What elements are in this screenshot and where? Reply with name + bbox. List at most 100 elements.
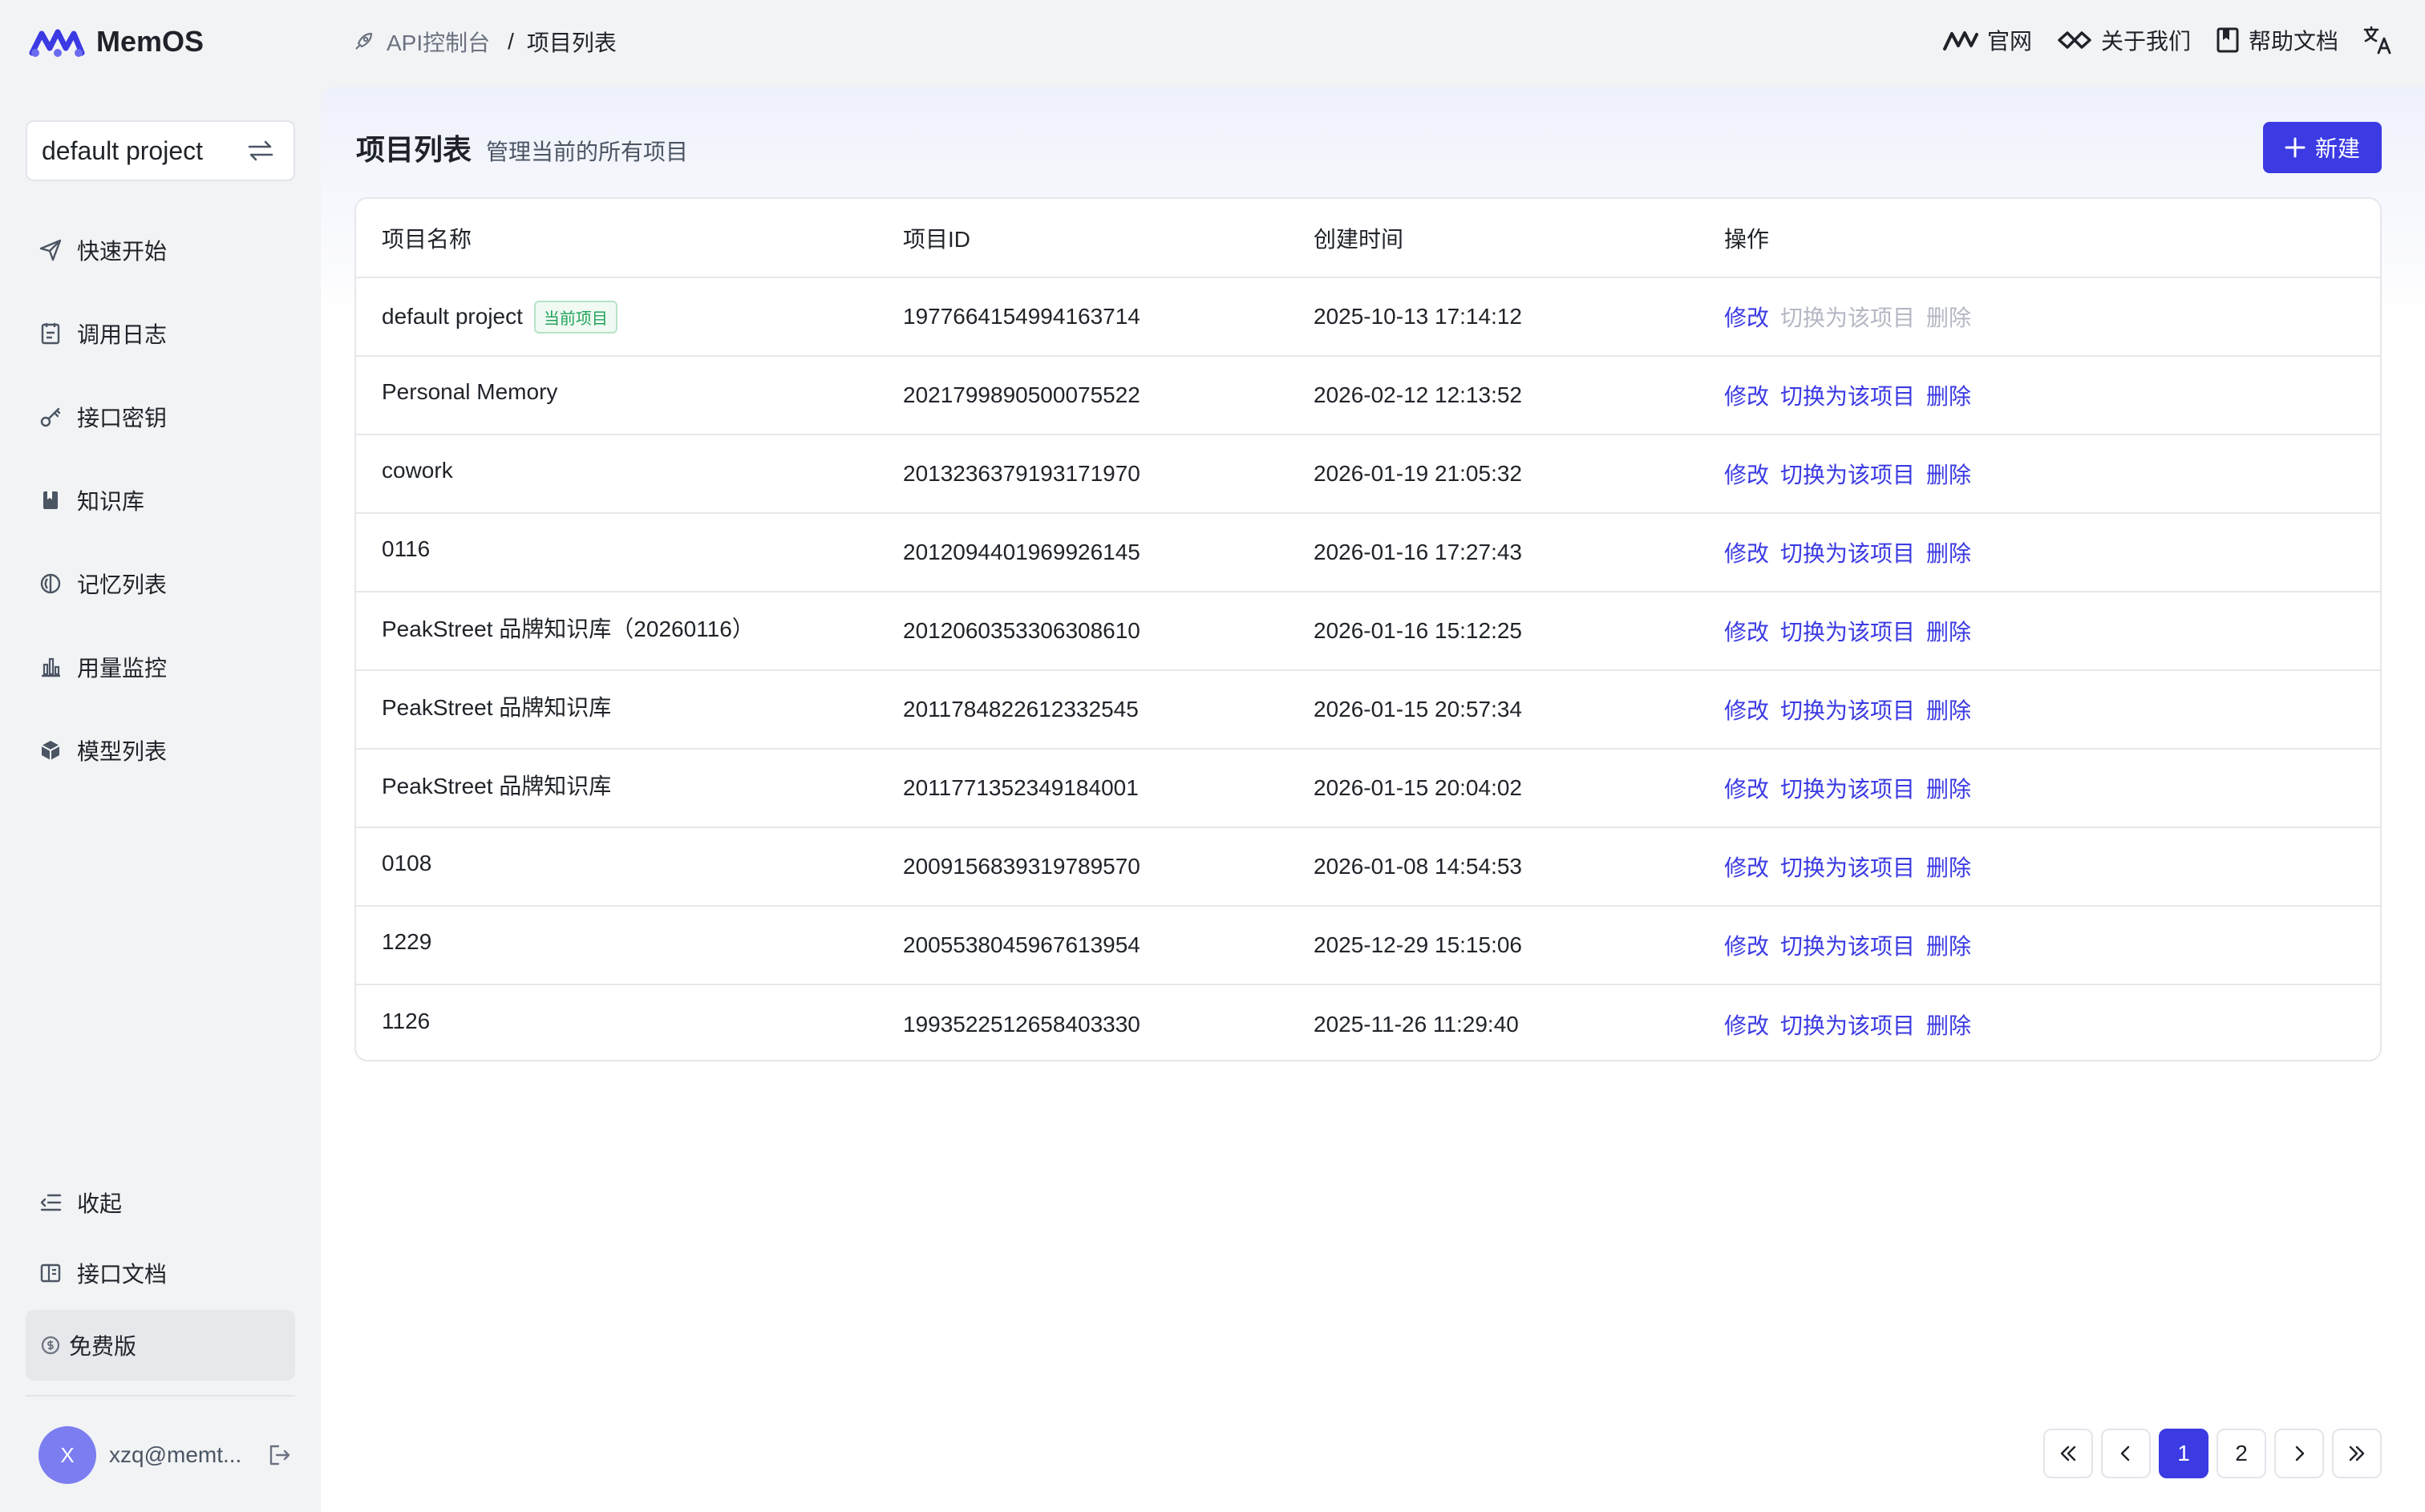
cube-icon <box>41 741 60 760</box>
edit-button[interactable]: 修改 <box>1724 934 1769 959</box>
project-created: 2026-01-08 14:54:53 <box>1314 827 1724 907</box>
project-selector[interactable]: default project <box>26 120 295 181</box>
official-site-link[interactable]: 官网 <box>1942 24 2032 56</box>
infinity-icon <box>2058 31 2091 49</box>
project-actions: 修改 切换为该项目 删除 <box>1724 592 2380 671</box>
sidebar-item-memory-list[interactable]: 记忆列表 <box>26 542 295 625</box>
collapse-sidebar-button[interactable]: 收起 <box>26 1167 295 1238</box>
delete-button[interactable]: 删除 <box>1926 855 1971 880</box>
project-actions: 修改 切换为该项目 删除 <box>1724 827 2380 907</box>
sidebar-item-label: 知识库 <box>77 489 145 514</box>
prev-page-button[interactable] <box>2101 1429 2151 1478</box>
breadcrumb-current: 项目列表 <box>526 30 617 55</box>
table-row: cowork 2013236379193171970 2026-01-19 21:0… <box>356 435 2380 514</box>
avatar[interactable]: X <box>38 1426 96 1484</box>
edit-button[interactable]: 修改 <box>1724 698 1769 723</box>
delete-button[interactable]: 删除 <box>1926 777 1971 802</box>
sidebar-item-label: 记忆列表 <box>77 572 168 597</box>
delete-button[interactable]: 删除 <box>1926 934 1971 959</box>
project-name: cowork <box>382 458 453 483</box>
last-page-button[interactable] <box>2332 1429 2382 1478</box>
switch-project-button[interactable]: 切换为该项目 <box>1780 698 1915 723</box>
page-button-2[interactable]: 2 <box>2217 1429 2266 1478</box>
column-header-actions: 操作 <box>1724 199 2380 278</box>
delete-button[interactable]: 删除 <box>1926 463 1971 487</box>
sidebar-item-call-logs[interactable]: 调用日志 <box>26 292 295 375</box>
project-id: 2011771352349184001 <box>903 749 1314 828</box>
project-id: 2005538045967613954 <box>903 906 1314 985</box>
sidebar-item-knowledge-base[interactable]: 知识库 <box>26 459 295 542</box>
project-name-cell: cowork <box>356 435 903 514</box>
project-name: 1126 <box>382 1008 431 1033</box>
project-actions: 修改 切换为该项目 删除 <box>1724 984 2380 1060</box>
project-id: 2013236379193171970 <box>903 435 1314 514</box>
logout-icon[interactable] <box>267 1443 291 1467</box>
switch-project-button[interactable]: 切换为该项目 <box>1780 541 1915 566</box>
api-docs-link[interactable]: 接口文档 <box>26 1238 295 1308</box>
switch-project-button[interactable]: 切换为该项目 <box>1780 777 1915 802</box>
project-name-cell: PeakStreet 品牌知识库 <box>356 749 903 828</box>
edit-button[interactable]: 修改 <box>1724 384 1769 409</box>
delete-button[interactable]: 删除 <box>1926 698 1971 723</box>
current-project-badge: 当前项目 <box>533 300 617 334</box>
main-panel: 项目列表 管理当前的所有项目 新建 项目名称 项目ID 创建时间 操作 defa… <box>321 87 2425 1512</box>
sidebar-nav: 快速开始 调用日志 接口密钥 知识库 记忆列表 用量监控 模型列表 <box>26 208 295 792</box>
project-created: 2025-11-26 11:29:40 <box>1314 1011 1519 1037</box>
project-name-cell: PeakStreet 品牌知识库（20260116） <box>356 592 903 671</box>
delete-button[interactable]: 删除 <box>1926 1013 1971 1038</box>
switch-project-button[interactable]: 切换为该项目 <box>1780 620 1915 645</box>
page-subtitle: 管理当前的所有项目 <box>486 139 689 164</box>
double-chevron-right-icon <box>2349 1445 2365 1461</box>
edit-button[interactable]: 修改 <box>1724 855 1769 880</box>
edit-button[interactable]: 修改 <box>1724 541 1769 566</box>
switch-project-button[interactable]: 切换为该项目 <box>1780 463 1915 487</box>
docs-icon <box>40 1263 61 1283</box>
sidebar-item-quickstart[interactable]: 快速开始 <box>26 208 295 292</box>
sidebar-item-api-keys[interactable]: 接口密钥 <box>26 375 295 459</box>
project-created: 2026-01-16 17:27:43 <box>1314 513 1724 592</box>
edit-button[interactable]: 修改 <box>1724 620 1769 645</box>
new-project-button[interactable]: 新建 <box>2263 122 2382 173</box>
plus-icon <box>2285 137 2306 158</box>
column-header-name: 项目名称 <box>356 199 903 278</box>
project-actions: 修改 切换为该项目 删除 <box>1724 513 2380 592</box>
page-button-1[interactable]: 1 <box>2159 1429 2208 1478</box>
project-actions: 修改 切换为该项目 删除 <box>1724 435 2380 514</box>
next-page-button[interactable] <box>2274 1429 2324 1478</box>
top-links: 官网 关于我们 帮助文档 <box>1942 24 2393 56</box>
project-id: 1977664154994163714 <box>903 277 1314 357</box>
delete-button[interactable]: 删除 <box>1926 384 1971 409</box>
edit-button[interactable]: 修改 <box>1724 305 1769 330</box>
switch-project-button[interactable]: 切换为该项目 <box>1780 384 1915 409</box>
project-name: PeakStreet 品牌知识库（20260116） <box>382 617 755 641</box>
project-name-cell: 1229 <box>356 906 903 985</box>
page-header: 项目列表 管理当前的所有项目 <box>356 127 688 168</box>
send-icon <box>39 239 62 261</box>
edit-button[interactable]: 修改 <box>1724 777 1769 802</box>
project-name-cell: Personal Memory <box>356 356 903 435</box>
switch-project-button[interactable]: 切换为该项目 <box>1780 934 1915 959</box>
delete-button[interactable]: 删除 <box>1926 620 1971 645</box>
first-page-button[interactable] <box>2043 1429 2093 1478</box>
bar-chart-icon <box>42 657 60 677</box>
delete-button[interactable]: 删除 <box>1926 541 1971 566</box>
app-logo[interactable]: MemOS <box>29 24 204 59</box>
language-icon[interactable] <box>2362 25 2393 55</box>
project-actions: 修改 切换为该项目 删除 <box>1724 906 2380 985</box>
sidebar-item-model-list[interactable]: 模型列表 <box>26 709 295 792</box>
edit-button[interactable]: 修改 <box>1724 463 1769 487</box>
help-docs-link[interactable]: 帮助文档 <box>2215 24 2338 56</box>
user-profile[interactable]: X xzq@memt... <box>26 1397 295 1512</box>
about-us-link[interactable]: 关于我们 <box>2056 24 2191 56</box>
breadcrumb-root[interactable]: API控制台 <box>387 26 490 58</box>
pagination: 1 2 <box>2043 1429 2382 1478</box>
about-us-label: 关于我们 <box>2100 29 2191 54</box>
sidebar-item-usage-monitor[interactable]: 用量监控 <box>26 625 295 709</box>
edit-button[interactable]: 修改 <box>1724 1013 1769 1038</box>
sidebar-footer: 收起 接口文档 免费版 X xzq@memt... <box>26 1167 295 1512</box>
plan-badge[interactable]: 免费版 <box>26 1310 295 1381</box>
table-row: PeakStreet 品牌知识库（20260116） 20120603533063… <box>356 592 2380 671</box>
official-site-label: 官网 <box>1986 29 2032 54</box>
switch-project-button[interactable]: 切换为该项目 <box>1780 1013 1915 1038</box>
switch-project-button[interactable]: 切换为该项目 <box>1780 855 1915 880</box>
